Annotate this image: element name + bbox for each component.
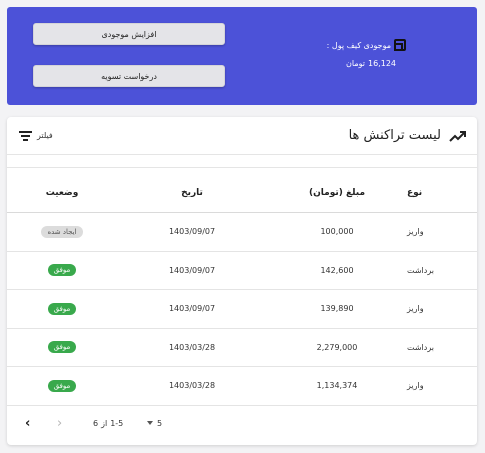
page-range-value: 1-5 [110, 418, 124, 428]
transactions-header: فیلتر لیست تراکنش ها [7, 117, 477, 155]
row-date: 1403/03/28 [168, 342, 216, 352]
row-amount: 1,134,374 [316, 381, 358, 391]
status-badge: موفق [47, 264, 77, 277]
table-row[interactable]: برداشت 2,279,000 1403/03/28 موفق [7, 329, 477, 367]
filter-button[interactable]: فیلتر [19, 131, 53, 141]
wallet-label: موجودی کیف پول : [326, 40, 391, 50]
filter-label: فیلتر [37, 131, 53, 140]
increase-balance-button[interactable]: افزایش موجودی [33, 23, 225, 45]
table-row[interactable]: واریز 100,000 1403/09/07 ایجاد شده [7, 213, 477, 252]
header-type: نوع [407, 187, 423, 198]
filter-icon [19, 131, 32, 141]
wallet-icon [394, 39, 406, 51]
wallet-balance-currency: تومان [346, 59, 365, 68]
row-amount: 139,890 [320, 304, 354, 314]
row-type: واریز [407, 304, 424, 314]
row-type: واریز [407, 227, 424, 237]
row-date: 1403/09/07 [168, 265, 216, 275]
row-type: برداشت [407, 265, 434, 275]
row-amount: 142,600 [320, 265, 354, 275]
table-row[interactable]: واریز 139,890 1403/09/07 موفق [7, 290, 477, 329]
row-date: 1403/09/07 [168, 304, 216, 314]
previous-page-button[interactable]: › [57, 416, 62, 431]
trending-up-icon [449, 130, 467, 142]
page-range-total: 6 [93, 418, 99, 428]
pagination: ‹ › 1-5 از 6 5 [7, 405, 477, 441]
row-amount: 100,000 [320, 227, 354, 237]
row-type: واریز [407, 381, 424, 391]
table-row[interactable]: واریز 1,134,374 1403/03/28 موفق [7, 367, 477, 406]
row-date: 1403/03/28 [168, 381, 216, 391]
transactions-panel: فیلتر لیست تراکنش ها نوع مبلغ (تومان) تا… [7, 117, 477, 445]
header-status: وضعیت [45, 187, 79, 198]
header-date: تاریخ [181, 187, 203, 198]
row-type: برداشت [407, 342, 434, 352]
header-amount: مبلغ (تومان) [308, 187, 366, 198]
table-header-row: نوع مبلغ (تومان) تاریخ وضعیت [7, 173, 477, 213]
wallet-card: افزایش موجودی درخواست تسویه موجودی کیف پ… [7, 7, 477, 105]
row-amount: 2,279,000 [316, 342, 358, 352]
rows-per-page-value: 5 [157, 418, 163, 428]
header-divider [7, 155, 477, 168]
table-row[interactable]: برداشت 142,600 1403/09/07 موفق [7, 252, 477, 290]
rows-per-page-select[interactable]: 5 [147, 419, 162, 428]
wallet-balance-amount: 16,124 [368, 59, 396, 68]
status-badge: موفق [47, 379, 77, 392]
page-range: 1-5 از 6 [93, 419, 123, 428]
chevron-down-icon [147, 421, 153, 425]
row-date: 1403/09/07 [168, 227, 216, 237]
page-title: لیست تراکنش ها [348, 128, 441, 143]
settlement-request-button[interactable]: درخواست تسویه [33, 65, 225, 87]
wallet-info: موجودی کیف پول : 16,124 تومان [304, 39, 406, 68]
status-badge: ایجاد شده [41, 225, 83, 238]
wallet-balance: 16,124 تومان [304, 59, 406, 68]
page-range-of: از [101, 418, 108, 428]
status-badge: موفق [47, 302, 77, 315]
transactions-title-wrap: لیست تراکنش ها [349, 128, 467, 143]
transactions-table: نوع مبلغ (تومان) تاریخ وضعیت واریز 100,0… [7, 173, 477, 406]
status-badge: موفق [47, 341, 77, 354]
next-page-button[interactable]: ‹ [25, 416, 30, 431]
